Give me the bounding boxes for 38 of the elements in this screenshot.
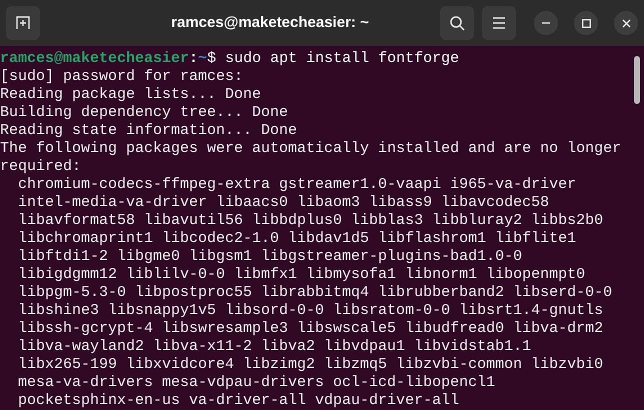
package-list-line: libchromaprint1 libcodec2-1.0 libdav1d5 libflashrom1 libflite1 xyxy=(18,230,576,247)
package-list-line: intel-media-va-driver libaacs0 libaom3 libass9 libavcodec58 xyxy=(18,194,550,211)
output-line: required: xyxy=(0,158,82,175)
scrollbar-thumb[interactable] xyxy=(634,56,640,104)
prompt-user-host: ramces@maketecheasier xyxy=(0,50,190,67)
search-icon xyxy=(449,15,465,31)
prompt-path: ~ xyxy=(198,50,208,67)
close-button[interactable] xyxy=(614,11,638,35)
new-tab-icon xyxy=(16,16,30,30)
package-list-line: libva-wayland2 libva-x11-2 libva2 libvdpau1 libvidstab1.1 xyxy=(18,338,532,355)
package-list-line: mesa-va-drivers mesa-vdpau-drivers ocl-icd-libopencl1 xyxy=(18,374,496,391)
window-title: ramces@maketecheasier: ~ xyxy=(171,12,369,33)
output-line: Reading state information... Done xyxy=(0,122,298,139)
package-list-line: libigdgmm12 liblilv-0-0 libmfx1 libmysofa1 libnorm1 libopenmpt0 xyxy=(18,266,586,283)
output-line: Building dependency tree... Done xyxy=(0,104,288,121)
output-line: [sudo] password for ramces: xyxy=(0,68,244,85)
search-button[interactable] xyxy=(440,6,474,40)
maximize-icon xyxy=(582,18,590,28)
package-list-line: libshine3 libsnappy1v5 libsord-0-0 libsratom-0-0 libsrt1.4-gnutls xyxy=(18,302,604,319)
package-list-line: libftdi1-2 libgme0 libgsm1 libgstreamer-plugins-bad1.0-0 xyxy=(18,248,522,265)
prompt-separator: : xyxy=(189,50,198,67)
menu-icon xyxy=(492,17,506,29)
menu-button[interactable] xyxy=(482,6,516,40)
package-list-line: chromium-codecs-ffmpeg-extra gstreamer1.0-vaapi i965-va-driver xyxy=(18,176,576,193)
package-list-line: libavformat58 libavutil56 libbdplus0 libblas3 libbluray2 libbs2b0 xyxy=(18,212,604,229)
output-line: Reading package lists... Done xyxy=(0,86,262,103)
minimize-button[interactable] xyxy=(534,11,558,35)
package-list-line: libpgm-5.3-0 libpostproc55 librabbitmq4 librubberband2 libserd-0-0 xyxy=(18,284,612,301)
minimize-icon xyxy=(542,22,550,24)
output-line: The following packages were automatically installed and are no longer xyxy=(0,140,622,157)
maximize-button[interactable] xyxy=(574,11,598,35)
package-list-line: libx265-199 libxvidcore4 libzimg2 libzmq5 libzvbi-common libzvbi0 xyxy=(18,356,604,373)
command-text: sudo apt install fontforge xyxy=(225,50,460,67)
package-list-line: libssh-gcrypt-4 libswresample3 libswscale5 libudfread0 libva-drm2 xyxy=(18,320,604,337)
prompt-symbol: $ xyxy=(207,50,216,67)
new-tab-button[interactable] xyxy=(6,6,40,40)
close-icon xyxy=(622,18,630,28)
package-list-line: pocketsphinx-en-us va-driver-all vdpau-driver-all xyxy=(18,392,460,409)
